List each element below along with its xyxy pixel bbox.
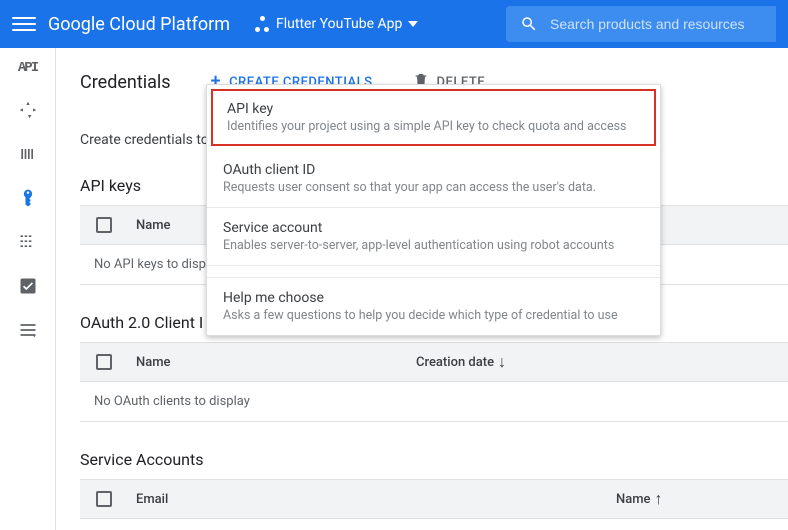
menu-item-title: OAuth client ID xyxy=(223,162,644,178)
dropdown-caret-icon xyxy=(408,21,418,27)
search-icon xyxy=(520,15,538,33)
menu-item-service-account[interactable]: Service account Enables server-to-server… xyxy=(207,208,660,266)
column-label: Creation date xyxy=(416,355,494,370)
empty-row: No service accounts to display xyxy=(80,519,788,530)
top-bar: Google Cloud Platform Flutter YouTube Ap… xyxy=(0,0,788,48)
menu-item-desc: Asks a few questions to help you decide … xyxy=(223,308,644,323)
page-title: Credentials xyxy=(80,72,171,93)
project-selector[interactable]: Flutter YouTube App xyxy=(254,16,418,32)
sort-down-icon: ↓ xyxy=(498,352,506,372)
menu-item-oauth-client[interactable]: OAuth client ID Requests user consent so… xyxy=(207,150,660,208)
main-content: Credentials + CREATE CREDENTIALS DELETE … xyxy=(56,48,788,530)
create-credentials-menu: API key Identifies your project using a … xyxy=(206,84,661,336)
menu-item-title: API key xyxy=(227,101,640,117)
oauth-table: Name Creation date ↓ No OAuth clients to… xyxy=(80,342,788,422)
rail-item-dashboard[interactable] xyxy=(8,90,48,130)
side-rail: API xyxy=(0,48,56,530)
select-all-checkbox[interactable] xyxy=(96,491,112,507)
column-label: Name xyxy=(616,492,651,507)
menu-item-api-key[interactable]: API key Identifies your project using a … xyxy=(211,89,656,146)
brand-title: Google Cloud Platform xyxy=(48,14,230,35)
project-name: Flutter YouTube App xyxy=(276,16,402,32)
menu-item-desc: Identifies your project using a simple A… xyxy=(227,119,640,134)
column-creation-date[interactable]: Creation date ↓ xyxy=(416,352,506,372)
menu-icon[interactable] xyxy=(12,12,36,36)
menu-item-title: Help me choose xyxy=(223,290,644,306)
column-email[interactable]: Email xyxy=(136,492,616,507)
table-header: Name Creation date ↓ xyxy=(80,342,788,382)
search-box[interactable] xyxy=(506,6,776,42)
search-input[interactable] xyxy=(550,16,762,32)
menu-item-desc: Enables server-to-server, app-level auth… xyxy=(223,238,644,253)
select-all-checkbox[interactable] xyxy=(96,217,112,233)
rail-item-domain-verification[interactable] xyxy=(8,266,48,306)
select-all-checkbox[interactable] xyxy=(96,354,112,370)
rail-item-page-usage[interactable] xyxy=(8,310,48,350)
empty-row: No OAuth clients to display xyxy=(80,382,788,422)
column-name[interactable]: Name ↑ xyxy=(616,489,663,509)
menu-item-desc: Requests user consent so that your app c… xyxy=(223,180,644,195)
rail-item-oauth-consent[interactable] xyxy=(8,222,48,262)
menu-item-help-choose[interactable]: Help me choose Asks a few questions to h… xyxy=(207,278,660,335)
rail-item-credentials[interactable] xyxy=(8,178,48,218)
section-title-service: Service Accounts xyxy=(80,450,788,469)
column-name[interactable]: Name xyxy=(136,355,416,370)
sort-up-icon: ↑ xyxy=(655,489,663,509)
menu-separator xyxy=(207,266,660,278)
table-header: Email Name ↑ xyxy=(80,479,788,519)
rail-item-library[interactable] xyxy=(8,134,48,174)
menu-item-title: Service account xyxy=(223,220,644,236)
api-logo[interactable]: API xyxy=(18,60,37,76)
service-accounts-table: Email Name ↑ No service accounts to disp… xyxy=(80,479,788,530)
project-icon xyxy=(254,16,270,32)
